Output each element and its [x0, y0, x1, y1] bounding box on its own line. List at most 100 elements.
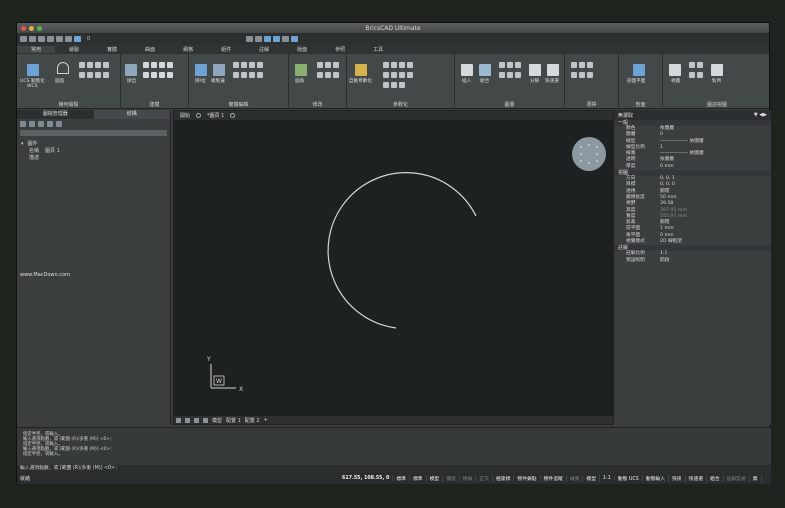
tab-layout[interactable]: 版面	[283, 46, 321, 53]
tab-layout2[interactable]: 配置 2	[245, 417, 260, 424]
layer-match-icon[interactable]	[507, 72, 513, 78]
next-layout-icon[interactable]	[194, 417, 199, 423]
model-space[interactable]: W Y X	[174, 120, 615, 418]
coordinates-readout[interactable]: 617.55, 108.55, 0	[339, 476, 394, 481]
drawing-canvas[interactable]: 開始 *圖頁 1 W Y X 模型 配置 1 配置 2 +	[173, 110, 614, 425]
torus-icon[interactable]	[143, 72, 149, 78]
explode-button[interactable]: 分解	[530, 78, 539, 84]
status-toggle-button[interactable]: 組合	[707, 475, 724, 482]
fillet-icon[interactable]	[295, 64, 307, 76]
equal-icon[interactable]	[383, 82, 389, 88]
arc-entity[interactable]	[327, 172, 477, 329]
cylinder-icon[interactable]	[159, 62, 165, 68]
status-toggle-button[interactable]: 物件鎖點	[514, 475, 541, 482]
layer-lock-icon[interactable]	[499, 72, 505, 78]
auto-param-icon[interactable]	[355, 64, 367, 76]
status-toggle-button[interactable]: 動態 UCS	[615, 475, 643, 482]
extrude-button[interactable]: 擠出	[127, 78, 136, 84]
new-item-icon[interactable]	[20, 121, 26, 127]
undo-icon[interactable]	[56, 36, 63, 42]
tab-tools[interactable]: 工具	[359, 46, 397, 53]
group-icon[interactable]	[479, 64, 491, 76]
layer-state-icon[interactable]	[499, 62, 505, 68]
tab-drawing1[interactable]: *圖頁 1	[207, 112, 224, 119]
layer-icon[interactable]	[74, 36, 81, 42]
move-icon[interactable]	[317, 62, 323, 68]
insert-button[interactable]: 插入	[462, 78, 471, 84]
fillet-button[interactable]: 圓角	[295, 78, 304, 84]
hatch-icon[interactable]	[103, 72, 109, 78]
view-proj-icon[interactable]	[689, 62, 695, 68]
intersect-icon[interactable]	[249, 62, 255, 68]
print-icon[interactable]	[47, 36, 54, 42]
press-button[interactable]: 擠/拉	[195, 78, 206, 84]
close-tab-icon[interactable]	[230, 113, 236, 118]
layer-select[interactable]: 0	[87, 36, 90, 42]
open-icon[interactable]	[29, 36, 36, 42]
rect-icon[interactable]	[103, 62, 109, 68]
fix-icon[interactable]	[383, 72, 389, 78]
layer-off-icon[interactable]	[507, 62, 513, 68]
section-plane-button[interactable]: 剖面平面	[627, 78, 645, 84]
chamfer-icon[interactable]	[241, 72, 247, 78]
status-toggle-button[interactable]: 線寬	[567, 475, 584, 482]
selection-bar[interactable]	[20, 130, 167, 136]
binoculars-icon[interactable]	[56, 121, 62, 127]
scale-icon[interactable]	[333, 62, 339, 68]
spline-icon[interactable]	[87, 72, 93, 78]
wedge-icon[interactable]	[151, 72, 157, 78]
view-section-icon[interactable]	[697, 62, 703, 68]
selection-dropdown[interactable]: 無選取	[618, 112, 633, 119]
sphere-icon[interactable]	[151, 62, 157, 68]
first-layout-icon[interactable]	[176, 417, 181, 423]
new-icon[interactable]	[20, 36, 27, 42]
filter-icon[interactable]	[47, 121, 53, 127]
ellipse-icon[interactable]	[95, 72, 101, 78]
pyramid-icon[interactable]	[159, 72, 165, 78]
status-toggle-button[interactable]: 動態輸入	[643, 475, 669, 482]
view-icon[interactable]	[264, 36, 272, 42]
status-toggle-button[interactable]: 模型	[583, 475, 601, 482]
tab-surface[interactable]: 曲面	[131, 46, 169, 53]
rotate-icon[interactable]	[325, 62, 331, 68]
tab-reference[interactable]: 參照	[321, 46, 359, 53]
slice-icon[interactable]	[257, 62, 263, 68]
status-toggle-button[interactable]: 快速選	[686, 475, 708, 482]
trim-icon[interactable]	[325, 72, 331, 78]
property-value[interactable]: 開啟	[660, 258, 771, 264]
command-input[interactable]: 輸入選項點數，或 [範圍 (R)/多重 (M)] <0>：	[17, 465, 771, 473]
imprint-icon[interactable]	[249, 72, 255, 78]
tab-home[interactable]: 常用	[17, 45, 56, 53]
polygon-icon[interactable]	[87, 62, 93, 68]
property-value[interactable]: 2D 線框架	[660, 239, 771, 245]
auto-param-button[interactable]: 自動參數化	[349, 78, 372, 84]
select-invert-icon[interactable]	[579, 72, 585, 78]
align-button[interactable]: 對齊	[712, 78, 721, 84]
mirror-icon[interactable]	[317, 72, 323, 78]
thicken-icon[interactable]	[257, 72, 263, 78]
property-value[interactable]: 0 mm	[660, 164, 771, 170]
tab-drawing-manager[interactable]: 圖檔管理器	[17, 110, 94, 119]
tab-mesh[interactable]: 網格	[169, 46, 207, 53]
status-toggle-button[interactable]: 無	[750, 475, 762, 482]
status-toggle-button[interactable]: 標準	[410, 475, 427, 482]
revolve-icon[interactable]	[167, 72, 173, 78]
union-icon[interactable]	[233, 62, 239, 68]
view-cube-icon[interactable]	[572, 137, 606, 171]
dimension-icon[interactable]	[407, 72, 413, 78]
arc-button[interactable]: 圓弧	[55, 78, 64, 84]
arc-icon[interactable]	[57, 62, 69, 74]
delete-item-icon[interactable]	[29, 121, 35, 127]
status-toggle-button[interactable]: 註解監視	[724, 475, 750, 482]
vertical-icon[interactable]	[399, 72, 405, 78]
status-toggle-button[interactable]: 格線	[460, 475, 477, 482]
quick-select-button[interactable]: 快速選	[545, 78, 559, 84]
copy-edge-button[interactable]: 複製邊	[211, 78, 225, 84]
tab-start[interactable]: 開始	[180, 112, 190, 119]
perpendicular-icon[interactable]	[407, 62, 413, 68]
horizontal-icon[interactable]	[391, 72, 397, 78]
layer-iso-icon[interactable]	[515, 72, 521, 78]
snap-icon[interactable]	[246, 36, 254, 42]
circle-icon[interactable]	[95, 62, 101, 68]
symmetric-icon[interactable]	[399, 82, 405, 88]
